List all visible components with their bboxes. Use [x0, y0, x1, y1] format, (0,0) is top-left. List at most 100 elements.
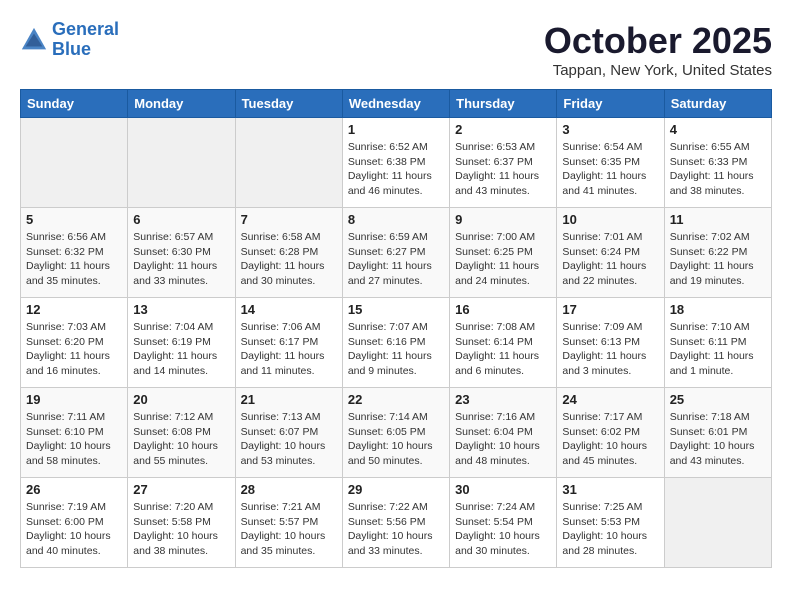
day-number: 6: [133, 212, 229, 227]
day-number: 30: [455, 482, 551, 497]
day-number: 28: [241, 482, 337, 497]
title-block: October 2025 Tappan, New York, United St…: [544, 20, 772, 79]
day-info: Sunrise: 7:07 AMSunset: 6:16 PMDaylight:…: [348, 320, 444, 379]
calendar-cell: [235, 118, 342, 208]
calendar-week-row: 19Sunrise: 7:11 AMSunset: 6:10 PMDayligh…: [21, 388, 772, 478]
month-title: October 2025: [544, 20, 772, 62]
day-number: 27: [133, 482, 229, 497]
calendar-week-row: 26 Sunrise: 7:19 AMSunset: 6:00 PMDayligh…: [21, 478, 772, 568]
day-info: Sunrise: 7:16 AMSunset: 6:04 PMDaylight:…: [455, 410, 551, 469]
day-number: 11: [670, 212, 766, 227]
calendar-cell: 1Sunrise: 6:52 AMSunset: 6:38 PMDaylight…: [342, 118, 449, 208]
day-number: 10: [562, 212, 658, 227]
day-number: 29: [348, 482, 444, 497]
day-number: 14: [241, 302, 337, 317]
day-number: 22: [348, 392, 444, 407]
calendar-cell: 26 Sunrise: 7:19 AMSunset: 6:00 PMDayligh…: [21, 478, 128, 568]
day-number: 31: [562, 482, 658, 497]
day-number: 5: [26, 212, 122, 227]
calendar-cell: 23 Sunrise: 7:16 AMSunset: 6:04 PMDayligh…: [450, 388, 557, 478]
calendar-cell: 10 Sunrise: 7:01 AMSunset: 6:24 PMDayligh…: [557, 208, 664, 298]
day-info: Sunrise: 6:55 AMSunset: 6:33 PMDaylight:…: [670, 140, 766, 199]
calendar-cell: 4 Sunrise: 6:55 AMSunset: 6:33 PMDaylight…: [664, 118, 771, 208]
calendar-cell: 5Sunrise: 6:56 AMSunset: 6:32 PMDaylight…: [21, 208, 128, 298]
logo-text: General Blue: [52, 20, 119, 60]
calendar-cell: 12Sunrise: 7:03 AMSunset: 6:20 PMDayligh…: [21, 298, 128, 388]
location: Tappan, New York, United States: [544, 62, 772, 79]
calendar-cell: 17 Sunrise: 7:09 AMSunset: 6:13 PMDayligh…: [557, 298, 664, 388]
day-info: Sunrise: 7:04 AMSunset: 6:19 PMDaylight:…: [133, 320, 229, 379]
calendar-cell: 25 Sunrise: 7:18 AMSunset: 6:01 PMDayligh…: [664, 388, 771, 478]
calendar-cell: 27 Sunrise: 7:20 AMSunset: 5:58 PMDayligh…: [128, 478, 235, 568]
calendar-cell: 19Sunrise: 7:11 AMSunset: 6:10 PMDayligh…: [21, 388, 128, 478]
calendar-cell: 2Sunrise: 6:53 AMSunset: 6:37 PMDaylight…: [450, 118, 557, 208]
weekday-header: Sunday: [21, 90, 128, 118]
calendar-week-row: 5Sunrise: 6:56 AMSunset: 6:32 PMDaylight…: [21, 208, 772, 298]
day-number: 24: [562, 392, 658, 407]
day-info: Sunrise: 7:17 AMSunset: 6:02 PMDaylight:…: [562, 410, 658, 469]
day-number: 19: [26, 392, 122, 407]
calendar-cell: [664, 478, 771, 568]
logo-line1: General: [52, 19, 119, 39]
day-info: Sunrise: 7:19 AMSunset: 6:00 PMDaylight:…: [26, 500, 122, 559]
day-number: 16: [455, 302, 551, 317]
day-info: Sunrise: 6:54 AMSunset: 6:35 PMDaylight:…: [562, 140, 658, 199]
day-number: 25: [670, 392, 766, 407]
day-number: 26: [26, 482, 122, 497]
day-number: 23: [455, 392, 551, 407]
weekday-header: Tuesday: [235, 90, 342, 118]
calendar-cell: 18 Sunrise: 7:10 AMSunset: 6:11 PMDayligh…: [664, 298, 771, 388]
weekday-header: Monday: [128, 90, 235, 118]
weekday-header-row: SundayMondayTuesdayWednesdayThursdayFrid…: [21, 90, 772, 118]
calendar-cell: [128, 118, 235, 208]
day-info: Sunrise: 7:24 AMSunset: 5:54 PMDaylight:…: [455, 500, 551, 559]
day-info: Sunrise: 7:10 AMSunset: 6:11 PMDaylight:…: [670, 320, 766, 379]
day-info: Sunrise: 7:02 AMSunset: 6:22 PMDaylight:…: [670, 230, 766, 289]
calendar-cell: 29Sunrise: 7:22 AMSunset: 5:56 PMDayligh…: [342, 478, 449, 568]
day-info: Sunrise: 6:58 AMSunset: 6:28 PMDaylight:…: [241, 230, 337, 289]
day-number: 3: [562, 122, 658, 137]
calendar-cell: 14 Sunrise: 7:06 AMSunset: 6:17 PMDayligh…: [235, 298, 342, 388]
day-number: 15: [348, 302, 444, 317]
day-number: 9: [455, 212, 551, 227]
day-info: Sunrise: 7:09 AMSunset: 6:13 PMDaylight:…: [562, 320, 658, 379]
day-info: Sunrise: 7:12 AMSunset: 6:08 PMDaylight:…: [133, 410, 229, 469]
day-info: Sunrise: 7:14 AMSunset: 6:05 PMDaylight:…: [348, 410, 444, 469]
calendar-week-row: 12Sunrise: 7:03 AMSunset: 6:20 PMDayligh…: [21, 298, 772, 388]
calendar-cell: 11 Sunrise: 7:02 AMSunset: 6:22 PMDayligh…: [664, 208, 771, 298]
day-info: Sunrise: 7:21 AMSunset: 5:57 PMDaylight:…: [241, 500, 337, 559]
calendar-cell: 31Sunrise: 7:25 AMSunset: 5:53 PMDayligh…: [557, 478, 664, 568]
day-info: Sunrise: 7:18 AMSunset: 6:01 PMDaylight:…: [670, 410, 766, 469]
weekday-header: Wednesday: [342, 90, 449, 118]
page-header: General Blue October 2025 Tappan, New Yo…: [20, 20, 772, 79]
calendar-cell: 30 Sunrise: 7:24 AMSunset: 5:54 PMDayligh…: [450, 478, 557, 568]
calendar-cell: 9Sunrise: 7:00 AMSunset: 6:25 PMDaylight…: [450, 208, 557, 298]
logo-line2: Blue: [52, 39, 91, 59]
calendar-cell: 20Sunrise: 7:12 AMSunset: 6:08 PMDayligh…: [128, 388, 235, 478]
day-info: Sunrise: 7:20 AMSunset: 5:58 PMDaylight:…: [133, 500, 229, 559]
day-info: Sunrise: 7:08 AMSunset: 6:14 PMDaylight:…: [455, 320, 551, 379]
day-number: 17: [562, 302, 658, 317]
day-number: 7: [241, 212, 337, 227]
day-number: 21: [241, 392, 337, 407]
day-info: Sunrise: 7:01 AMSunset: 6:24 PMDaylight:…: [562, 230, 658, 289]
calendar-cell: 28 Sunrise: 7:21 AMSunset: 5:57 PMDayligh…: [235, 478, 342, 568]
weekday-header: Thursday: [450, 90, 557, 118]
day-info: Sunrise: 6:57 AMSunset: 6:30 PMDaylight:…: [133, 230, 229, 289]
weekday-header: Friday: [557, 90, 664, 118]
calendar-cell: 7 Sunrise: 6:58 AMSunset: 6:28 PMDaylight…: [235, 208, 342, 298]
day-number: 8: [348, 212, 444, 227]
day-number: 4: [670, 122, 766, 137]
calendar-cell: 22 Sunrise: 7:14 AMSunset: 6:05 PMDayligh…: [342, 388, 449, 478]
calendar-table: SundayMondayTuesdayWednesdayThursdayFrid…: [20, 89, 772, 568]
day-info: Sunrise: 7:06 AMSunset: 6:17 PMDaylight:…: [241, 320, 337, 379]
day-number: 13: [133, 302, 229, 317]
day-info: Sunrise: 7:13 AMSunset: 6:07 PMDaylight:…: [241, 410, 337, 469]
calendar-cell: 21 Sunrise: 7:13 AMSunset: 6:07 PMDayligh…: [235, 388, 342, 478]
calendar-cell: 15 Sunrise: 7:07 AMSunset: 6:16 PMDayligh…: [342, 298, 449, 388]
weekday-header: Saturday: [664, 90, 771, 118]
calendar-cell: 3 Sunrise: 6:54 AMSunset: 6:35 PMDaylight…: [557, 118, 664, 208]
calendar-cell: 13 Sunrise: 7:04 AMSunset: 6:19 PMDayligh…: [128, 298, 235, 388]
logo: General Blue: [20, 20, 119, 60]
day-number: 18: [670, 302, 766, 317]
